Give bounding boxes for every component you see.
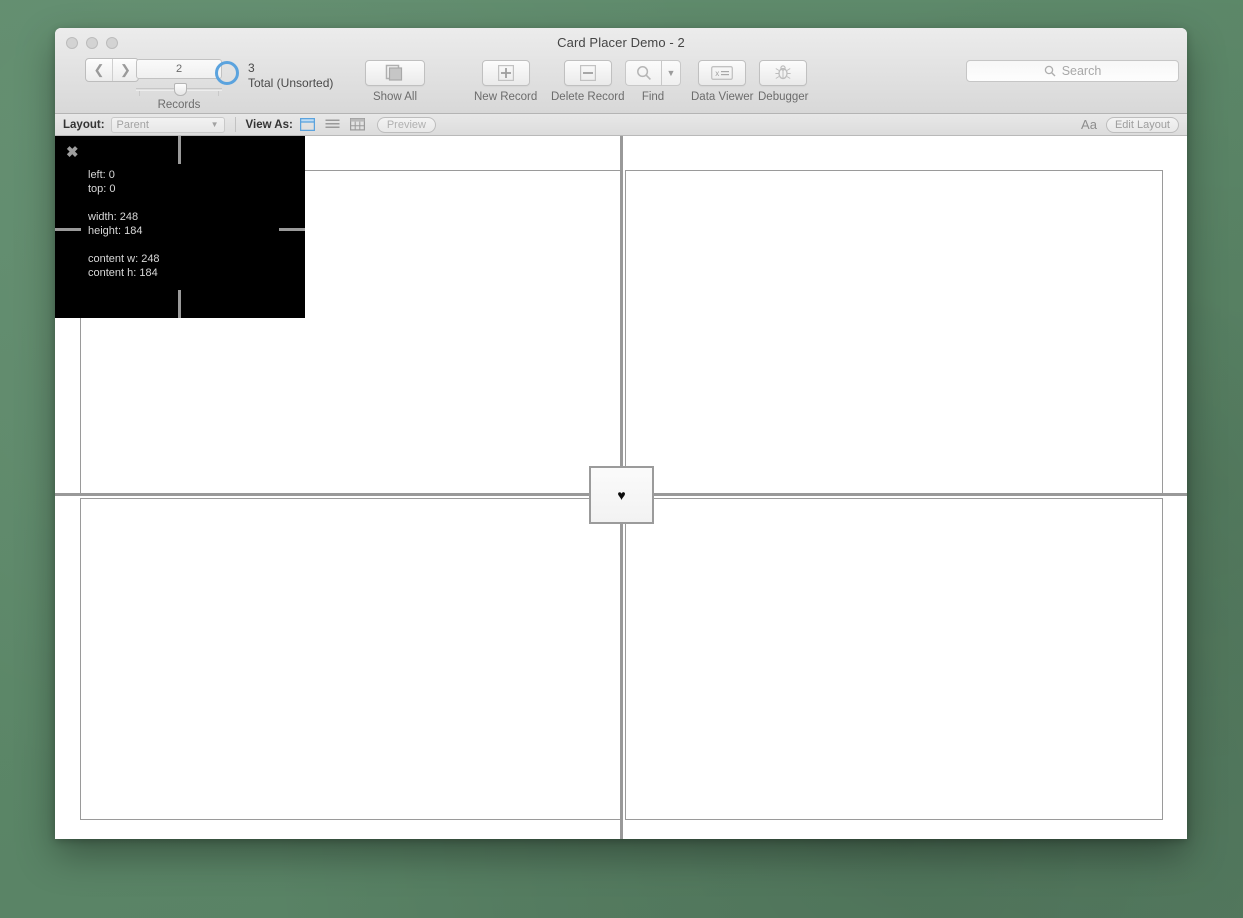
- data-viewer-label: Data Viewer: [691, 91, 754, 103]
- panel-top-right: [625, 170, 1163, 495]
- layout-label: Layout:: [63, 118, 105, 131]
- desktop-background: Card Placer Demo - 2 ❮ ❯ 2 Records 3 Tot…: [0, 0, 1243, 918]
- delete-record-label: Delete Record: [551, 91, 625, 103]
- new-record-label: New Record: [474, 91, 538, 103]
- window-titlebar: Card Placer Demo - 2 ❮ ❯ 2 Records 3 Tot…: [55, 28, 1187, 114]
- record-slider[interactable]: [136, 83, 222, 97]
- delete-record-group[interactable]: Delete Record: [551, 60, 625, 103]
- resize-handle-top[interactable]: [178, 136, 181, 164]
- total-label: Total (Unsorted): [248, 76, 334, 90]
- bug-icon: [775, 65, 791, 80]
- find-group[interactable]: ▼ Find: [625, 60, 681, 103]
- search-icon: [1044, 65, 1056, 77]
- layout-canvas[interactable]: ♥ ✖ left: 0 top: 0 width: 248 height: 18…: [55, 136, 1187, 839]
- panel-bottom-left: [80, 498, 622, 820]
- panel-bottom-right: [625, 498, 1163, 820]
- view-as-switcher: [299, 118, 365, 131]
- text-format-icon[interactable]: Aa: [1081, 117, 1097, 132]
- chevron-down-icon: ▼: [210, 120, 219, 129]
- show-all-button[interactable]: [365, 60, 425, 86]
- search-input[interactable]: Search: [966, 60, 1179, 82]
- stack-icon: [385, 64, 403, 81]
- new-record-button[interactable]: [481, 60, 530, 86]
- records-label: Records: [157, 99, 201, 111]
- inspector-left-value: left: 0: [88, 169, 115, 181]
- resize-handle-bottom[interactable]: [178, 290, 181, 318]
- current-record-field[interactable]: 2: [136, 59, 222, 79]
- records-group: 2 Records: [136, 59, 222, 111]
- debugger-button[interactable]: [759, 60, 808, 86]
- main-toolbar: ❮ ❯ 2 Records 3 Total (Unsorted) Show Al…: [55, 54, 1187, 112]
- find-label: Find: [641, 91, 665, 103]
- view-as-label: View As:: [245, 118, 293, 131]
- list-view-icon[interactable]: [325, 118, 340, 131]
- find-button[interactable]: [625, 60, 661, 86]
- data-viewer-group[interactable]: x Data Viewer: [691, 60, 753, 103]
- layout-select[interactable]: Parent ▼: [110, 116, 225, 133]
- chevron-left-icon[interactable]: ❮: [86, 59, 112, 81]
- form-view-icon[interactable]: [299, 118, 315, 131]
- record-nav-segmented[interactable]: ❮ ❯: [85, 58, 139, 82]
- svg-text:x: x: [715, 69, 719, 78]
- delete-record-button[interactable]: [563, 60, 612, 86]
- layout-bar: Layout: Parent ▼ View As: Preview Aa Edi…: [55, 114, 1187, 136]
- preview-button[interactable]: Preview: [376, 116, 436, 133]
- edit-layout-button[interactable]: Edit Layout: [1105, 116, 1179, 133]
- application-window: Card Placer Demo - 2 ❮ ❯ 2 Records 3 Tot…: [55, 28, 1187, 839]
- minus-icon: [579, 65, 596, 81]
- data-viewer-button[interactable]: x: [698, 60, 747, 86]
- record-slider-thumb[interactable]: [174, 83, 187, 96]
- magnifier-icon: [636, 66, 651, 80]
- inspector-height-value: height: 184: [88, 225, 143, 237]
- record-pie-icon: [215, 61, 239, 85]
- inspector-content-h-value: content h: 184: [88, 267, 158, 279]
- resize-handle-right[interactable]: [279, 228, 305, 231]
- inspector-width-value: width: 248: [88, 211, 139, 223]
- search-placeholder: Search: [1061, 64, 1102, 78]
- placed-card[interactable]: ♥: [589, 466, 654, 524]
- chevron-right-icon[interactable]: ❯: [112, 59, 138, 81]
- debugger-label: Debugger: [758, 91, 809, 103]
- show-all-group[interactable]: Show All: [365, 60, 425, 103]
- record-nav-group: ❮ ❯: [85, 58, 139, 82]
- resize-handle-left[interactable]: [55, 228, 81, 231]
- find-options-chevron-down-icon[interactable]: ▼: [661, 60, 681, 86]
- layout-select-value: Parent: [116, 118, 149, 131]
- show-all-label: Show All: [372, 91, 418, 103]
- table-view-icon[interactable]: [349, 118, 365, 131]
- heart-icon: ♥: [617, 487, 626, 503]
- record-count-group: 3 Total (Unsorted): [215, 61, 333, 91]
- inspector-content-w-value: content w: 248: [88, 253, 160, 265]
- window-title: Card Placer Demo - 2: [557, 35, 685, 50]
- close-x-icon[interactable]: ✖: [66, 145, 79, 160]
- divider: [234, 117, 236, 132]
- new-record-group[interactable]: New Record: [474, 60, 537, 103]
- debugger-group[interactable]: Debugger: [758, 60, 809, 103]
- total-count: 3: [248, 61, 255, 75]
- data-viewer-icon: x: [711, 66, 734, 80]
- inspector-overlay[interactable]: ✖ left: 0 top: 0 width: 248 height: 184 …: [55, 136, 305, 318]
- inspector-top-value: top: 0: [88, 183, 116, 195]
- plus-icon: [497, 65, 514, 81]
